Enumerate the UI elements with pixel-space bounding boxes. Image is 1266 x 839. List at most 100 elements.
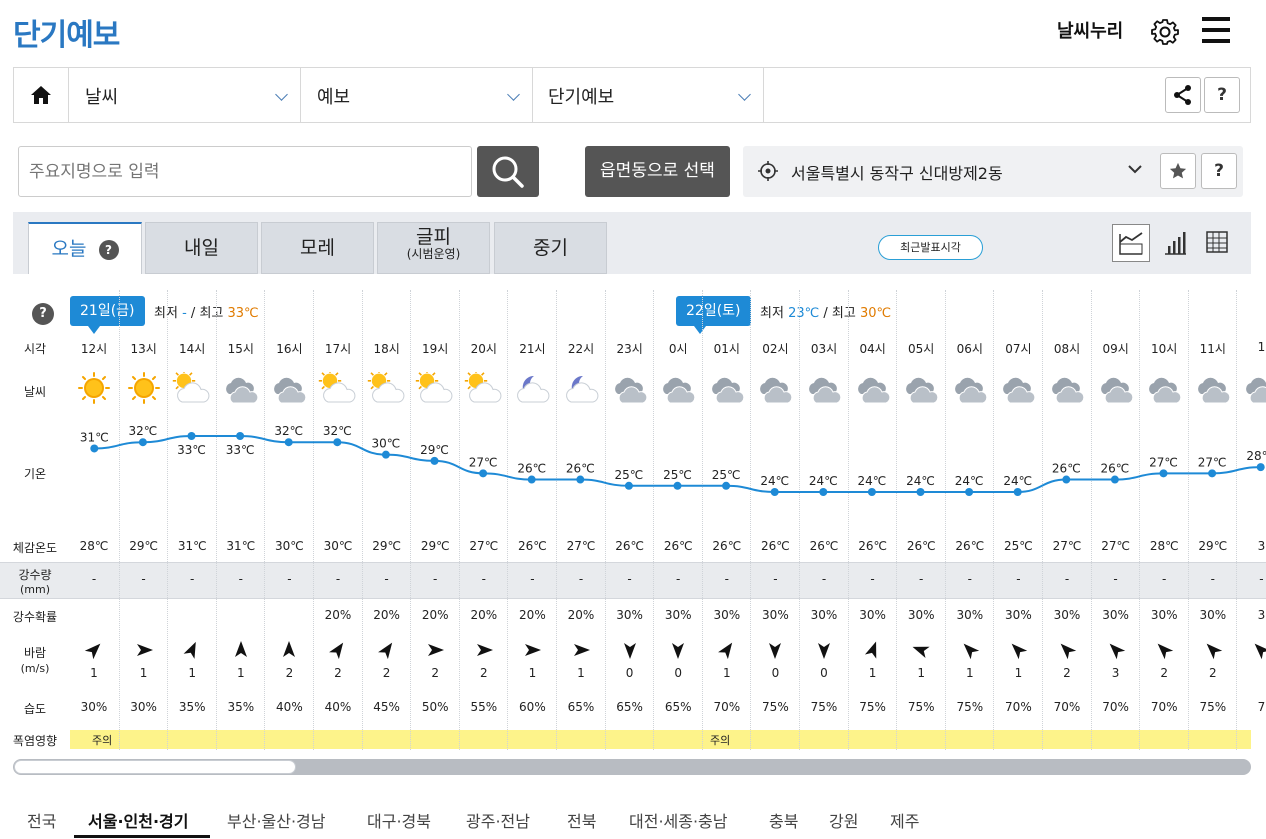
hour-column: 05시 26℃ - 30% 1 75%: [896, 290, 944, 750]
hour-column: 21시 26℃ - 20% 1 60%: [507, 290, 555, 750]
brand-link[interactable]: 날씨누리: [1057, 17, 1123, 43]
tab-midterm[interactable]: 중기: [494, 222, 607, 274]
weather-sun-cloud-icon: [415, 372, 453, 403]
weather-sun-icon: [78, 372, 110, 404]
gps-target-icon[interactable]: [757, 160, 779, 182]
scrollbar-thumb[interactable]: [14, 760, 296, 774]
region-tab[interactable]: 광주·전남: [466, 808, 530, 832]
humidity: 55%: [470, 700, 498, 714]
region-tab[interactable]: 전국: [27, 808, 56, 832]
weather-cloud-icon: [614, 377, 647, 404]
hour-column: 08시 27℃ - 30% 2 70%: [1042, 290, 1090, 750]
hour-time: 23시: [616, 342, 643, 356]
search-input[interactable]: [18, 146, 472, 197]
precipitation-amount: -: [724, 572, 729, 586]
wind-direction-arrow-icon: [84, 643, 101, 660]
wind-speed: 2: [431, 666, 439, 680]
weather-cloud-icon: [760, 377, 793, 404]
hour-time: 21시: [519, 342, 546, 356]
town-select-button[interactable]: 읍면동으로 선택: [585, 146, 730, 197]
humidity: 75%: [1199, 700, 1227, 714]
region-tab[interactable]: 대구·경북: [367, 808, 431, 832]
region-tab[interactable]: 제주: [890, 808, 919, 832]
precipitation-amount: -: [335, 572, 341, 586]
weather-cloud-icon: [857, 377, 890, 404]
help-button[interactable]: ?: [1204, 77, 1240, 113]
location-help-button[interactable]: ?: [1201, 153, 1237, 189]
row-label-weather: 날씨: [23, 385, 47, 399]
home-button[interactable]: [14, 68, 69, 122]
wind-speed: 1: [188, 666, 196, 680]
precipitation-amount: -: [141, 572, 146, 586]
hour-column: 0시 26℃ - 30% 0 65%: [653, 290, 701, 750]
region-tab[interactable]: 대전·세종·충남: [629, 808, 728, 832]
graph-view-button[interactable]: [1112, 224, 1150, 262]
precipitation-probability: 20%: [519, 608, 546, 622]
page-title[interactable]: 단기예보: [13, 10, 120, 54]
tab-tomorrow[interactable]: 내일: [145, 222, 258, 274]
weather-sun-cloud-icon: [464, 372, 502, 403]
hour-time: 06시: [956, 342, 983, 356]
precipitation-amount: -: [821, 572, 827, 586]
search-button[interactable]: [477, 146, 539, 197]
bar-chart-icon: [1165, 232, 1186, 255]
nav-select-category[interactable]: 날씨: [69, 68, 301, 122]
precipitation-probability: 30%: [859, 608, 886, 622]
bar-view-button[interactable]: [1156, 224, 1194, 262]
location-select[interactable]: 서울특별시 동작구 신대방제2동 ?: [743, 146, 1243, 197]
precipitation-amount: -: [1162, 572, 1167, 586]
precipitation-probability: 30%: [1053, 608, 1081, 622]
tab-sublabel: (시범운영): [406, 247, 461, 261]
favorite-button[interactable]: [1160, 153, 1196, 189]
share-button[interactable]: [1165, 77, 1201, 113]
hour-time: 10시: [1151, 342, 1178, 356]
region-tabs: 전국 서울·인천·경기 부산·울산·경남 대구·경북 광주·전남 전북 대전·세…: [13, 800, 1251, 839]
tab-third-day[interactable]: 글피 (시범운영): [377, 222, 490, 274]
precipitation-probability: 20%: [470, 608, 498, 622]
horizontal-scrollbar[interactable]: [13, 759, 1251, 775]
region-tab-active[interactable]: 서울·인천·경기: [88, 808, 188, 832]
weather-cloud-icon: [711, 377, 745, 404]
precipitation-probability: 30%: [1102, 608, 1129, 622]
precipitation-amount: -: [578, 572, 584, 586]
precipitation-amount: -: [1210, 572, 1215, 586]
precipitation-amount: -: [287, 572, 292, 586]
tab-today[interactable]: 오늘 ?: [28, 222, 142, 274]
recent-release-button[interactable]: 최근발표시각: [878, 235, 983, 260]
nav-select-type[interactable]: 예보: [301, 68, 533, 122]
gear-icon[interactable]: [1150, 17, 1180, 47]
wind-speed: 1: [528, 666, 537, 680]
wind-direction-arrow-icon: [623, 643, 636, 659]
region-tab[interactable]: 부산·울산·경남: [227, 808, 326, 832]
precipitation-amount: -: [627, 572, 632, 586]
weather-cloud-icon: [954, 377, 988, 404]
help-icon[interactable]: ?: [32, 303, 54, 325]
precipitation-probability: 30%: [664, 608, 692, 622]
feels-like-temp: 26℃: [906, 539, 936, 553]
hour-column: 18시 29℃ - 20% 2 45%: [361, 290, 410, 750]
precipitation-probability: 3: [1257, 608, 1266, 622]
help-icon[interactable]: ?: [98, 239, 119, 260]
precipitation-amount: -: [384, 572, 389, 586]
region-tab[interactable]: 충북: [769, 808, 798, 832]
hour-time: 20시: [470, 342, 497, 356]
search-icon: [492, 156, 524, 188]
table-view-button[interactable]: [1199, 224, 1237, 262]
hour-time: 01시: [713, 342, 740, 356]
region-tab[interactable]: 강원: [829, 808, 858, 832]
humidity: 70%: [1053, 700, 1081, 714]
precipitation-probability: 30%: [762, 608, 789, 622]
region-tab[interactable]: 전북: [567, 808, 596, 832]
precipitation-probability: 30%: [907, 608, 935, 622]
hour-column: 01시 26℃ - 30% 1 70%: [701, 290, 750, 750]
hamburger-menu-icon[interactable]: [1202, 17, 1230, 45]
nav-select-forecast[interactable]: 단기예보: [532, 68, 764, 122]
wind-direction-arrow-icon: [818, 643, 830, 659]
hour-time: 04시: [859, 342, 886, 356]
weather-cloud-icon: [225, 377, 259, 404]
precipitation-probability: 30%: [956, 608, 984, 622]
hour-time: 1: [1257, 340, 1266, 354]
weather-cloud-icon: [274, 377, 307, 404]
hour-column: 23시 26℃ - 30% 0 65%: [604, 290, 653, 750]
tab-day-after[interactable]: 모레: [261, 222, 374, 274]
